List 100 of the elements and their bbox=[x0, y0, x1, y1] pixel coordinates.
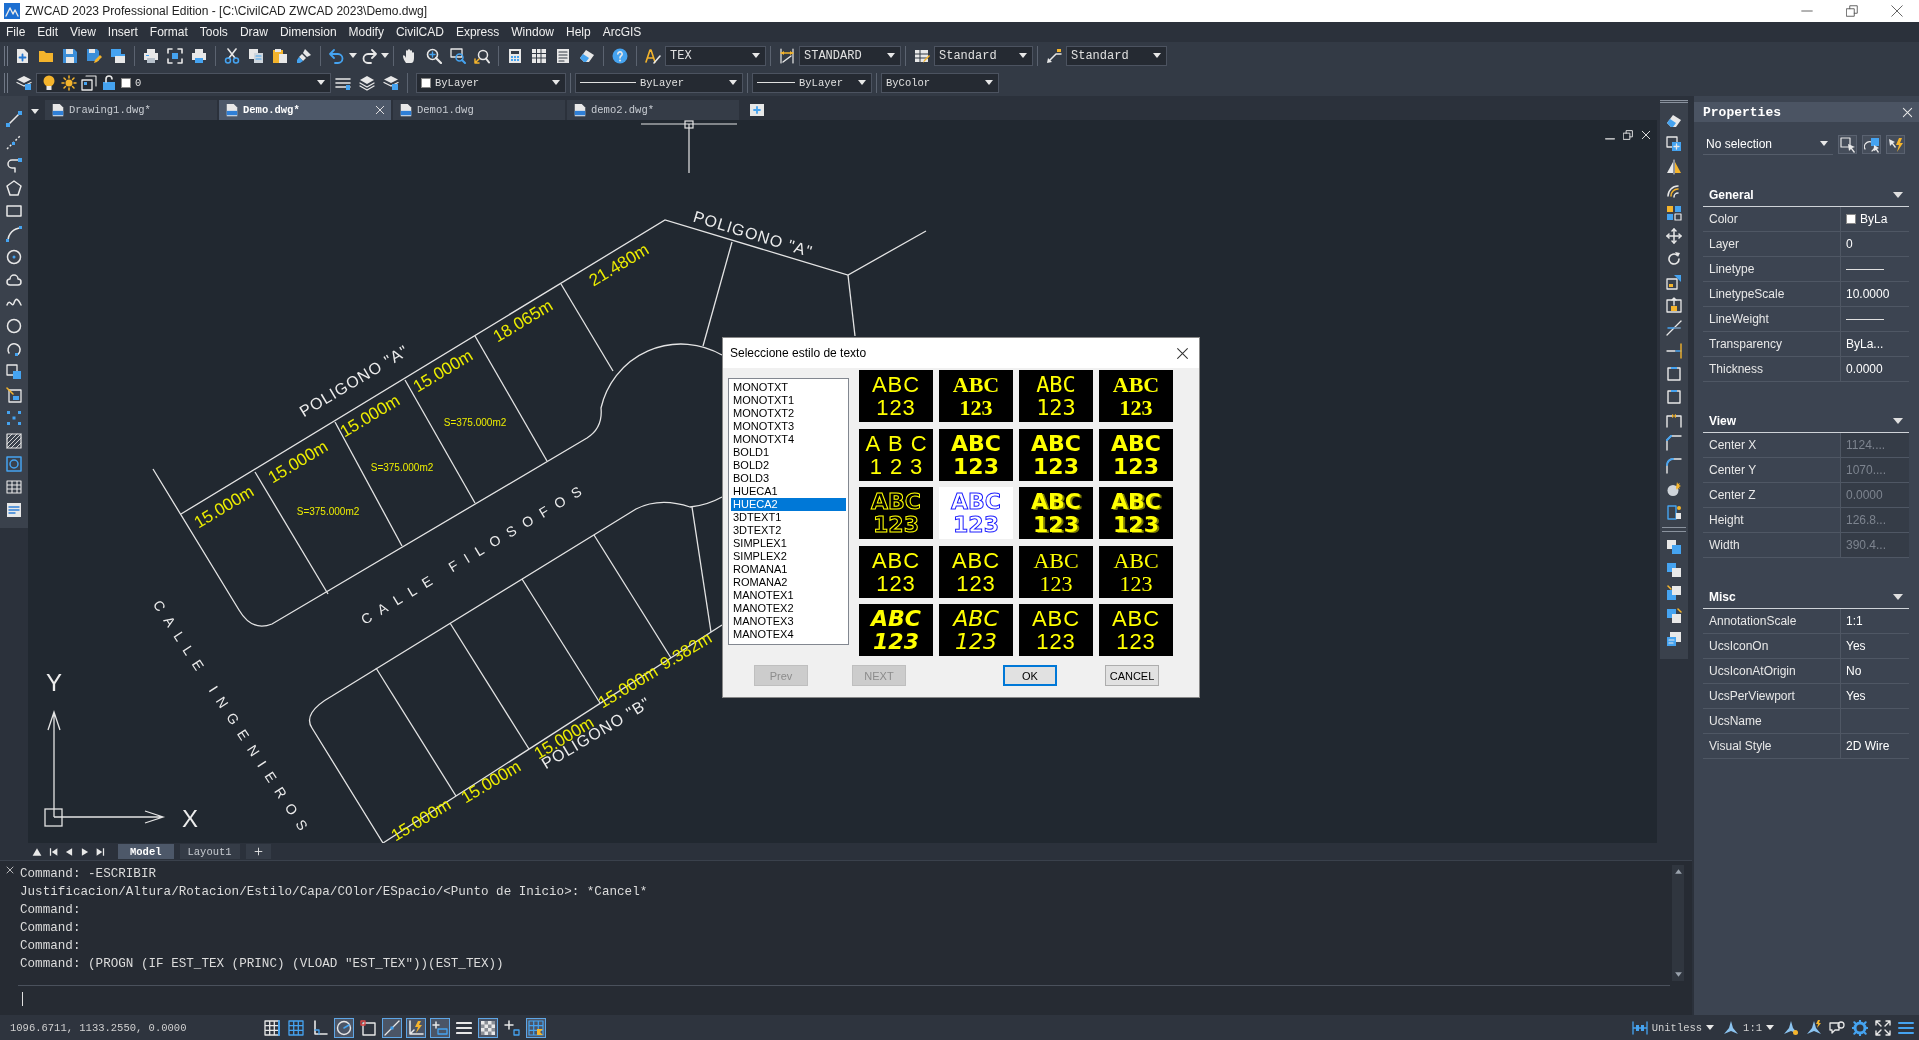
trim-icon[interactable] bbox=[1666, 320, 1682, 336]
list-item[interactable]: MONOTXT3 bbox=[731, 420, 846, 433]
layout-tab[interactable]: Model bbox=[118, 844, 174, 859]
hatch-icon[interactable] bbox=[6, 433, 22, 449]
menu-item[interactable]: Help bbox=[560, 25, 597, 39]
menu-item[interactable]: Express bbox=[449, 25, 506, 39]
pentagon-icon[interactable] bbox=[6, 180, 22, 196]
list-item[interactable]: MANOTEX1 bbox=[731, 589, 846, 602]
bomb-icon[interactable] bbox=[1666, 481, 1682, 497]
frame-icon[interactable] bbox=[81, 74, 97, 91]
plus-square-icon[interactable] bbox=[502, 1017, 522, 1038]
layers-icon[interactable] bbox=[16, 74, 32, 91]
font-preview[interactable]: ABC 123 bbox=[1099, 604, 1173, 656]
checkered-square-icon[interactable] bbox=[478, 1017, 498, 1038]
redo-icon[interactable] bbox=[361, 47, 377, 64]
menu-item[interactable]: Edit bbox=[31, 25, 65, 39]
tripod-lightning-icon[interactable] bbox=[1806, 1019, 1822, 1036]
lock-icon[interactable] bbox=[101, 74, 117, 91]
rotate-icon[interactable] bbox=[1666, 251, 1682, 267]
zoom-previous-icon[interactable] bbox=[474, 47, 490, 64]
document-tab[interactable]: Demo1.dwg bbox=[393, 100, 565, 120]
array-icon[interactable] bbox=[1666, 205, 1682, 221]
plot-style-dropdown[interactable]: ByColor bbox=[881, 72, 999, 93]
new-file-icon[interactable] bbox=[14, 47, 30, 64]
eraser-icon[interactable] bbox=[1666, 113, 1682, 129]
font-preview[interactable]: ABC 123 bbox=[939, 428, 1013, 481]
style-listbox[interactable]: MONOTXT MONOTXT1 MONOTXT2 MONOTXT3 MONOTXT4 BOLD1 BOLD2 BOLD3 HUECA1 HUECA2 3DTEXT1 3DTEXT2 SIMPLEX1 SIMPLEX2 ROMANA1 ROMANA2 MANOTEX1 MANOTEX2 MANOTEX3 MANOTEX4 bbox=[728, 378, 849, 645]
grid-icon[interactable] bbox=[531, 47, 547, 64]
text-icon[interactable] bbox=[6, 502, 22, 518]
list-item[interactable]: MANOTEX3 bbox=[731, 615, 846, 628]
arc-icon[interactable] bbox=[6, 341, 22, 357]
text-style-icon[interactable] bbox=[645, 47, 661, 64]
list-item[interactable]: BOLD2 bbox=[731, 459, 846, 472]
bulb-icon[interactable] bbox=[41, 74, 57, 91]
list-item[interactable]: 3DTEXT1 bbox=[731, 511, 846, 524]
font-preview[interactable]: ABC 123 bbox=[1099, 428, 1173, 481]
list-item[interactable]: SIMPLEX2 bbox=[731, 550, 846, 563]
close-icon[interactable] bbox=[1176, 346, 1189, 360]
font-preview[interactable]: ABC 123 bbox=[859, 545, 933, 598]
list-item[interactable]: ROMANA1 bbox=[731, 563, 846, 576]
down-arrow-icon[interactable] bbox=[1673, 970, 1683, 979]
cloud-icon[interactable] bbox=[6, 272, 22, 288]
preview-icon[interactable] bbox=[167, 47, 183, 64]
layer-dropdown[interactable]: 0 bbox=[36, 72, 331, 93]
font-preview[interactable]: ABC 123 bbox=[1019, 545, 1093, 598]
table-style-dropdown[interactable]: Standard bbox=[934, 45, 1033, 66]
menu-item[interactable]: Tools bbox=[193, 25, 234, 39]
last-icon[interactable] bbox=[96, 846, 106, 857]
font-preview[interactable]: ABC 123 bbox=[1019, 604, 1093, 656]
dialog-button[interactable]: OK bbox=[1003, 665, 1057, 686]
menu-item[interactable]: Modify bbox=[342, 25, 390, 39]
color-dropdown[interactable]: ByLayer bbox=[416, 72, 566, 93]
document-tab[interactable]: Drawing1.dwg* bbox=[45, 100, 217, 120]
calculator-icon[interactable] bbox=[507, 47, 523, 64]
table-icon[interactable] bbox=[6, 479, 22, 495]
list-item[interactable]: HUECA1 bbox=[731, 485, 846, 498]
menu-item[interactable]: ArcGIS bbox=[596, 25, 648, 39]
menu-icon[interactable] bbox=[1898, 1019, 1914, 1036]
list-item[interactable]: BOLD1 bbox=[731, 446, 846, 459]
document-icon[interactable] bbox=[555, 47, 571, 64]
multileader-style-dropdown[interactable]: Standard bbox=[1066, 45, 1167, 66]
help-icon[interactable] bbox=[612, 47, 628, 64]
linetype-dropdown[interactable]: ByLayer bbox=[575, 72, 743, 93]
save-as-icon[interactable] bbox=[86, 47, 102, 64]
new-tab-icon[interactable] bbox=[749, 102, 765, 118]
square-icon[interactable] bbox=[1666, 366, 1682, 382]
overlapping-squares-icon[interactable] bbox=[1666, 562, 1682, 578]
pointer-lightning-icon[interactable] bbox=[1888, 136, 1904, 153]
font-preview[interactable]: ABC 123 bbox=[1099, 487, 1173, 539]
printer-icon[interactable] bbox=[143, 47, 159, 64]
dimension-style-dropdown[interactable]: STANDARD bbox=[799, 45, 901, 66]
list-item[interactable]: MANOTEX2 bbox=[731, 602, 846, 615]
settings-icon[interactable] bbox=[1852, 1019, 1868, 1036]
dashed-line-icon[interactable] bbox=[6, 134, 22, 150]
copy-icon[interactable] bbox=[248, 47, 264, 64]
document-tab[interactable]: Demo.dwg* bbox=[219, 100, 391, 120]
layers-icon[interactable] bbox=[383, 74, 399, 91]
overlapping-squares-icon[interactable] bbox=[1666, 585, 1682, 601]
font-preview[interactable]: ABC 123 bbox=[1099, 370, 1173, 422]
dialog-button[interactable]: CANCEL bbox=[1105, 665, 1159, 686]
zoom-icon[interactable] bbox=[426, 47, 442, 64]
line-icon[interactable] bbox=[6, 111, 22, 127]
text-style-dropdown[interactable]: TEX bbox=[665, 45, 766, 66]
menu-item[interactable]: View bbox=[64, 25, 102, 39]
zoom-window-icon[interactable] bbox=[450, 47, 466, 64]
list-item[interactable]: MONOTXT2 bbox=[731, 407, 846, 420]
layers-icon[interactable] bbox=[359, 74, 375, 91]
join-icon[interactable] bbox=[1666, 412, 1682, 428]
font-preview[interactable]: ABC 123 bbox=[859, 487, 933, 539]
move-icon[interactable] bbox=[1666, 228, 1682, 244]
extend-icon[interactable] bbox=[1666, 343, 1682, 359]
first-icon[interactable] bbox=[48, 846, 58, 857]
font-preview[interactable]: ABC 123 bbox=[859, 428, 933, 481]
new-layout-button[interactable] bbox=[245, 844, 271, 859]
list-item[interactable]: HUECA2 bbox=[731, 498, 846, 511]
overlapping-squares-icon[interactable] bbox=[1666, 608, 1682, 624]
table-style-icon[interactable] bbox=[914, 47, 930, 64]
scissors-icon[interactable] bbox=[224, 47, 240, 64]
diagonal-line-icon[interactable] bbox=[382, 1017, 402, 1038]
eraser-icon[interactable] bbox=[579, 47, 595, 64]
